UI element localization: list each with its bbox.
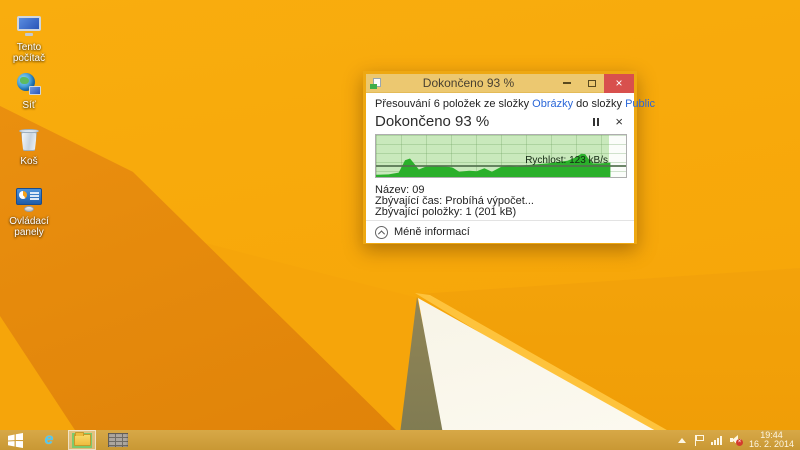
transfer-description: Přesouvání 6 položek ze složky Obrázky d…	[375, 98, 625, 110]
less-information-label: Méně informací	[394, 226, 470, 238]
network-signal-icon[interactable]	[711, 435, 722, 445]
brick-wall-icon	[108, 433, 128, 447]
desktop-icon-label: Koš	[20, 156, 37, 167]
desktop-icon-network[interactable]: Síť	[0, 70, 58, 111]
desktop-icon-control-panel[interactable]: Ovládací panely	[0, 186, 58, 238]
taskbar-clock[interactable]: 19:44 16. 2. 2014	[749, 431, 794, 449]
taskbar-bricks-app[interactable]	[104, 430, 132, 450]
speed-chart: Rychlost: 123 kB/s	[375, 134, 627, 178]
desktop-screen: Tento počítač Síť Koš Ovládací panely Do…	[0, 0, 800, 450]
volume-muted-icon[interactable]: ×	[730, 434, 743, 446]
cancel-icon[interactable]: ×	[615, 115, 623, 128]
dialog-body: Přesouvání 6 položek ze složky Obrázky d…	[366, 93, 634, 243]
action-center-flag-icon[interactable]	[694, 435, 703, 446]
copy-dialog-icon	[370, 78, 383, 89]
show-hidden-icons-arrow[interactable]	[678, 438, 686, 443]
minimize-button[interactable]	[554, 74, 579, 93]
chevron-up-icon	[375, 226, 388, 239]
folder-icon	[74, 434, 91, 446]
source-folder-link[interactable]: Obrázky	[532, 98, 573, 110]
taskbar-file-explorer-active[interactable]	[68, 430, 96, 450]
pause-icon[interactable]	[593, 118, 599, 126]
clock-date: 16. 2. 2014	[749, 440, 794, 449]
close-button[interactable]: ×	[604, 74, 634, 93]
transfer-middle: do složky	[573, 98, 625, 110]
file-copy-dialog: Dokončeno 93 % × Přesouvání 6 položek ze…	[363, 71, 637, 244]
detail-items-remaining: Zbývající položky: 1 (201 kB)	[375, 207, 625, 218]
speed-label: Rychlost: 123 kB/s	[525, 155, 608, 166]
less-information-button[interactable]: Méně informací	[366, 220, 634, 243]
dialog-title: Dokončeno 93 %	[383, 76, 554, 90]
desktop-icon-label: Tento počítač	[0, 42, 58, 64]
this-pc-icon	[14, 12, 44, 40]
desktop-icon-label: Síť	[22, 100, 35, 111]
windows-logo-icon	[8, 433, 23, 448]
destination-folder-link[interactable]: Public	[625, 98, 655, 110]
network-icon	[14, 70, 44, 98]
dialog-titlebar[interactable]: Dokončeno 93 % ×	[366, 74, 634, 93]
control-panel-icon	[14, 186, 44, 214]
transfer-prefix: Přesouvání 6 položek ze složky	[375, 98, 532, 110]
taskbar-internet-explorer[interactable]: e	[36, 430, 62, 450]
maximize-button[interactable]	[579, 74, 604, 93]
taskbar: e × 19:44 16. 2. 2014	[0, 430, 800, 450]
recycle-bin-icon	[14, 126, 44, 154]
start-button[interactable]	[0, 430, 30, 450]
transfer-details: Název: 09 Zbývající čas: Probíhá výpočet…	[375, 185, 625, 218]
system-tray: × 19:44 16. 2. 2014	[678, 430, 800, 450]
progress-heading: Dokončeno 93 %	[375, 113, 593, 130]
desktop-icon-recycle-bin[interactable]: Koš	[0, 126, 58, 167]
desktop-icon-label: Ovládací panely	[0, 216, 58, 238]
internet-explorer-icon: e	[45, 432, 54, 448]
desktop-icon-this-pc[interactable]: Tento počítač	[0, 12, 58, 64]
